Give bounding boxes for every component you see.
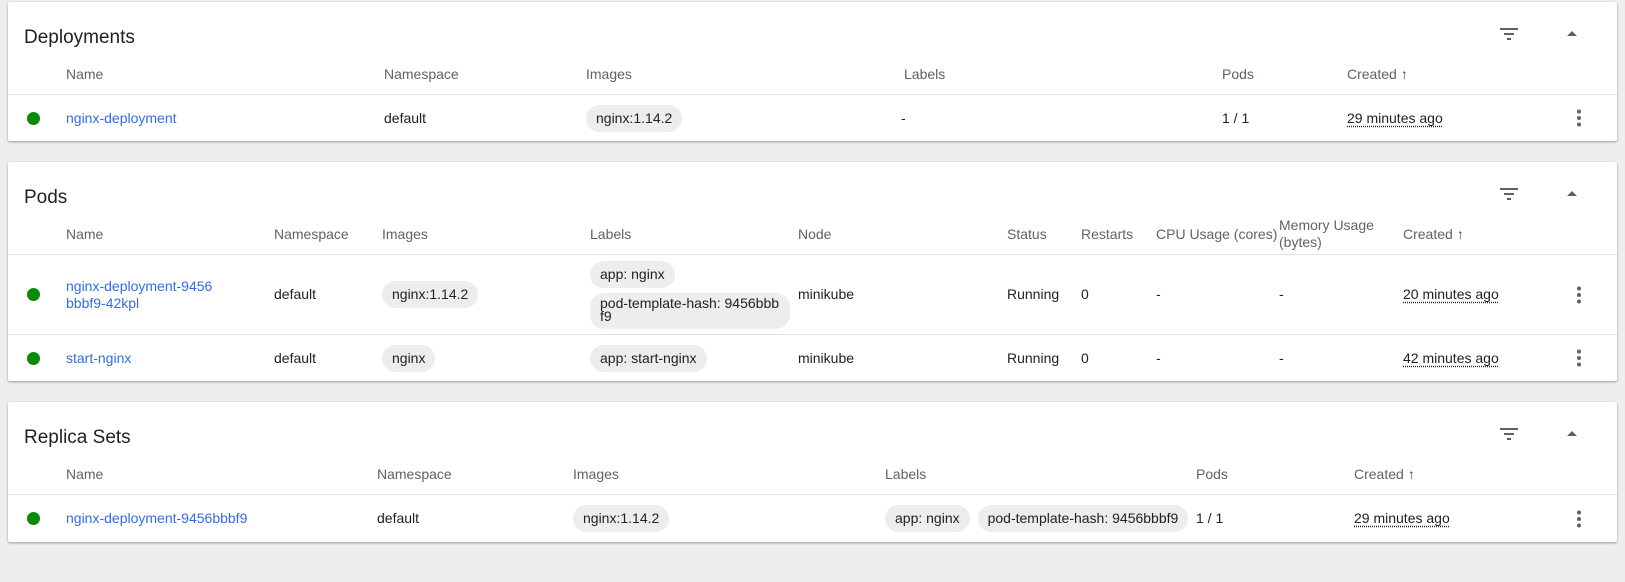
status-ok-icon — [27, 352, 40, 365]
table-row: start-nginx default nginx app: start-ngi… — [8, 335, 1617, 381]
replica-sets-card: Replica Sets Name Namespace Images Label… — [8, 402, 1617, 542]
column-name[interactable]: Name — [66, 54, 103, 94]
filter-icon[interactable] — [1497, 422, 1521, 446]
column-created-label: Created — [1347, 65, 1397, 82]
column-created-label: Created — [1403, 225, 1453, 242]
column-pods: Pods — [1222, 65, 1254, 82]
more-vert-icon[interactable] — [1567, 346, 1591, 370]
replica-set-name-link[interactable]: nginx-deployment-9456bbbf9 — [66, 510, 247, 527]
column-pods: Pods — [1196, 465, 1228, 482]
pods-title: Pods — [24, 187, 68, 208]
image-chip: nginx — [382, 344, 436, 372]
sort-arrow-icon: ↑ — [1400, 65, 1408, 82]
image-chip: nginx:1.14.2 — [586, 104, 683, 132]
column-namespace[interactable]: Namespace — [384, 54, 459, 94]
more-vert-icon[interactable] — [1567, 507, 1591, 531]
namespace-value: default — [274, 286, 317, 302]
more-vert-icon[interactable] — [1567, 283, 1591, 307]
column-created-label: Created — [1354, 465, 1404, 482]
sort-arrow-icon: ↑ — [1456, 225, 1464, 242]
labels-value: - — [901, 109, 906, 126]
chevron-up-icon[interactable] — [1560, 22, 1584, 46]
more-vert-icon[interactable] — [1567, 106, 1591, 130]
column-labels: Labels — [590, 225, 632, 242]
filter-icon[interactable] — [1497, 182, 1521, 206]
chevron-up-icon[interactable] — [1560, 182, 1584, 206]
label-chip: pod-template-hash: 9456bbbf9 — [590, 292, 790, 329]
created-time: 20 minutes ago — [1403, 286, 1499, 302]
column-created[interactable]: Created ↑ — [1403, 214, 1464, 254]
pods-value: 1 / 1 — [1222, 109, 1250, 126]
column-namespace[interactable]: Namespace — [377, 454, 452, 494]
column-labels: Labels — [904, 65, 946, 82]
sort-arrow-icon: ↑ — [1407, 465, 1415, 482]
column-node[interactable]: Node — [798, 214, 831, 254]
table-header: Name Namespace Images Labels Pods Create… — [8, 54, 1617, 95]
table-header: Name Namespace Images Labels Pods Create… — [8, 454, 1617, 495]
table-row: nginx-deployment-9456bbbf9 default nginx… — [8, 495, 1617, 542]
column-cpu: CPU Usage (cores) — [1156, 225, 1278, 242]
deployments-card: Deployments Name Namespace Images Labels… — [8, 2, 1617, 141]
status-ok-icon — [27, 288, 40, 301]
namespace-value: default — [274, 349, 317, 366]
pod-name-link[interactable]: start-nginx — [66, 350, 131, 367]
chevron-up-icon[interactable] — [1560, 422, 1584, 446]
namespace-value: default — [377, 510, 420, 526]
column-name[interactable]: Name — [66, 454, 103, 494]
column-images: Images — [586, 65, 632, 82]
pods-value: 1 / 1 — [1196, 510, 1224, 526]
namespace-value: default — [384, 109, 427, 126]
created-time: 29 minutes ago — [1347, 109, 1443, 126]
column-memory: Memory Usage (bytes) — [1279, 217, 1374, 250]
status-ok-icon — [27, 512, 40, 525]
image-chip: nginx:1.14.2 — [382, 281, 479, 308]
node-value: minikube — [798, 286, 855, 302]
column-images: Images — [382, 225, 428, 242]
status-value: Running — [1007, 286, 1060, 302]
restarts-value: 0 — [1081, 286, 1089, 302]
cpu-value: - — [1156, 349, 1161, 366]
column-images: Images — [573, 465, 619, 482]
column-status[interactable]: Status — [1007, 214, 1047, 254]
column-namespace[interactable]: Namespace — [274, 214, 349, 254]
column-created[interactable]: Created ↑ — [1354, 454, 1415, 494]
label-chip: pod-template-hash: 9456bbbf9 — [977, 505, 1189, 532]
pods-card: Pods Name Namespace Images Labels Node S… — [8, 162, 1617, 381]
node-value: minikube — [798, 349, 855, 366]
memory-value: - — [1279, 286, 1284, 302]
filter-icon[interactable] — [1497, 22, 1521, 46]
memory-value: - — [1279, 349, 1284, 366]
restarts-value: 0 — [1081, 349, 1089, 366]
status-value: Running — [1007, 349, 1060, 366]
label-chip: app: start-nginx — [590, 344, 707, 372]
deployments-title: Deployments — [24, 27, 135, 48]
created-time: 42 minutes ago — [1403, 349, 1499, 366]
column-name[interactable]: Name — [66, 214, 103, 254]
column-labels: Labels — [885, 465, 927, 482]
created-time: 29 minutes ago — [1354, 510, 1450, 526]
pod-name-link[interactable]: nginx-deployment-9456bbbf9-42kpl — [66, 278, 216, 312]
label-chip: app: nginx — [590, 260, 675, 288]
column-created[interactable]: Created ↑ — [1347, 54, 1408, 94]
replica-sets-title: Replica Sets — [24, 427, 131, 448]
deployment-name-link[interactable]: nginx-deployment — [66, 110, 177, 127]
label-chip: app: nginx — [885, 505, 970, 532]
column-restarts[interactable]: Restarts — [1081, 214, 1133, 254]
table-row: nginx-deployment default nginx:1.14.2 - … — [8, 95, 1617, 141]
cpu-value: - — [1156, 286, 1161, 302]
image-chip: nginx:1.14.2 — [573, 505, 670, 532]
table-row: nginx-deployment-9456bbbf9-42kpl default… — [8, 255, 1617, 335]
status-ok-icon — [27, 112, 40, 125]
table-header: Name Namespace Images Labels Node Status… — [8, 214, 1617, 255]
